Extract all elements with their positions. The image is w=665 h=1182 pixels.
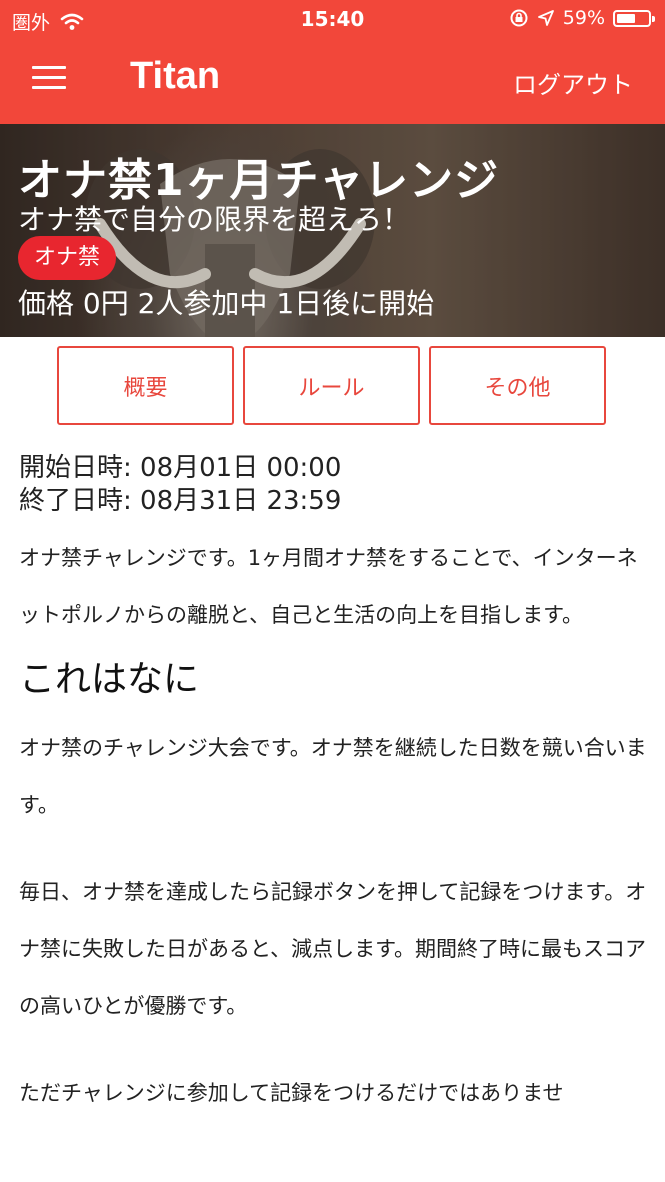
battery-cap	[652, 15, 655, 22]
tab-other[interactable]: その他	[429, 346, 606, 425]
end-datetime: 終了日時: 08月31日 23:59	[19, 486, 342, 516]
description-paragraph-2: 毎日、オナ禁を達成したら記録ボタンを押して記録をつけます。オナ禁に失敗した日があ…	[19, 880, 647, 1018]
tab-overview[interactable]: 概要	[57, 346, 234, 425]
start-datetime: 開始日時: 08月01日 00:00	[19, 453, 342, 483]
orientation-lock-icon	[510, 9, 528, 27]
tab-bar: 概要 ルール その他	[57, 346, 606, 425]
category-tag[interactable]: オナ禁	[18, 236, 117, 280]
battery-percent: 59%	[562, 7, 605, 29]
main-content: 開始日時: 08月01日 00:00 終了日時: 08月31日 23:59 オナ…	[19, 452, 649, 1122]
app-title: Titan	[130, 55, 221, 97]
menu-icon[interactable]	[32, 66, 66, 92]
section-heading: これはなに	[19, 659, 200, 700]
challenge-subtitle: オナ禁で自分の限界を超えろ！	[18, 203, 411, 236]
status-right: 59%	[509, 7, 655, 29]
description-paragraph-3: ただチャレンジに参加して記録をつけるだけではありませ	[19, 1081, 564, 1105]
logout-button[interactable]: ログアウト	[513, 65, 633, 100]
battery-fill	[617, 13, 635, 23]
description-paragraph-1: オナ禁のチャレンジ大会です。オナ禁を継続した日数を競い合います。	[19, 736, 647, 817]
status-bar: 圏外 15:40 59%	[0, 0, 665, 38]
navbar: Titan ログアウト	[0, 38, 665, 124]
challenge-meta: 価格 0円 2人参加中 1日後に開始	[18, 287, 435, 320]
intro-paragraph: オナ禁チャレンジです。1ヶ月間オナ禁をすることで、インターネットポルノからの離脱…	[19, 546, 638, 627]
tab-rules[interactable]: ルール	[243, 346, 420, 425]
location-arrow-icon	[537, 10, 554, 26]
schedule: 開始日時: 08月01日 00:00 終了日時: 08月31日 23:59	[19, 452, 649, 518]
battery-icon	[613, 9, 655, 27]
challenge-hero: オナ禁1ヶ月チャレンジ オナ禁で自分の限界を超えろ！ オナ禁 価格 0円 2人参…	[0, 124, 665, 337]
